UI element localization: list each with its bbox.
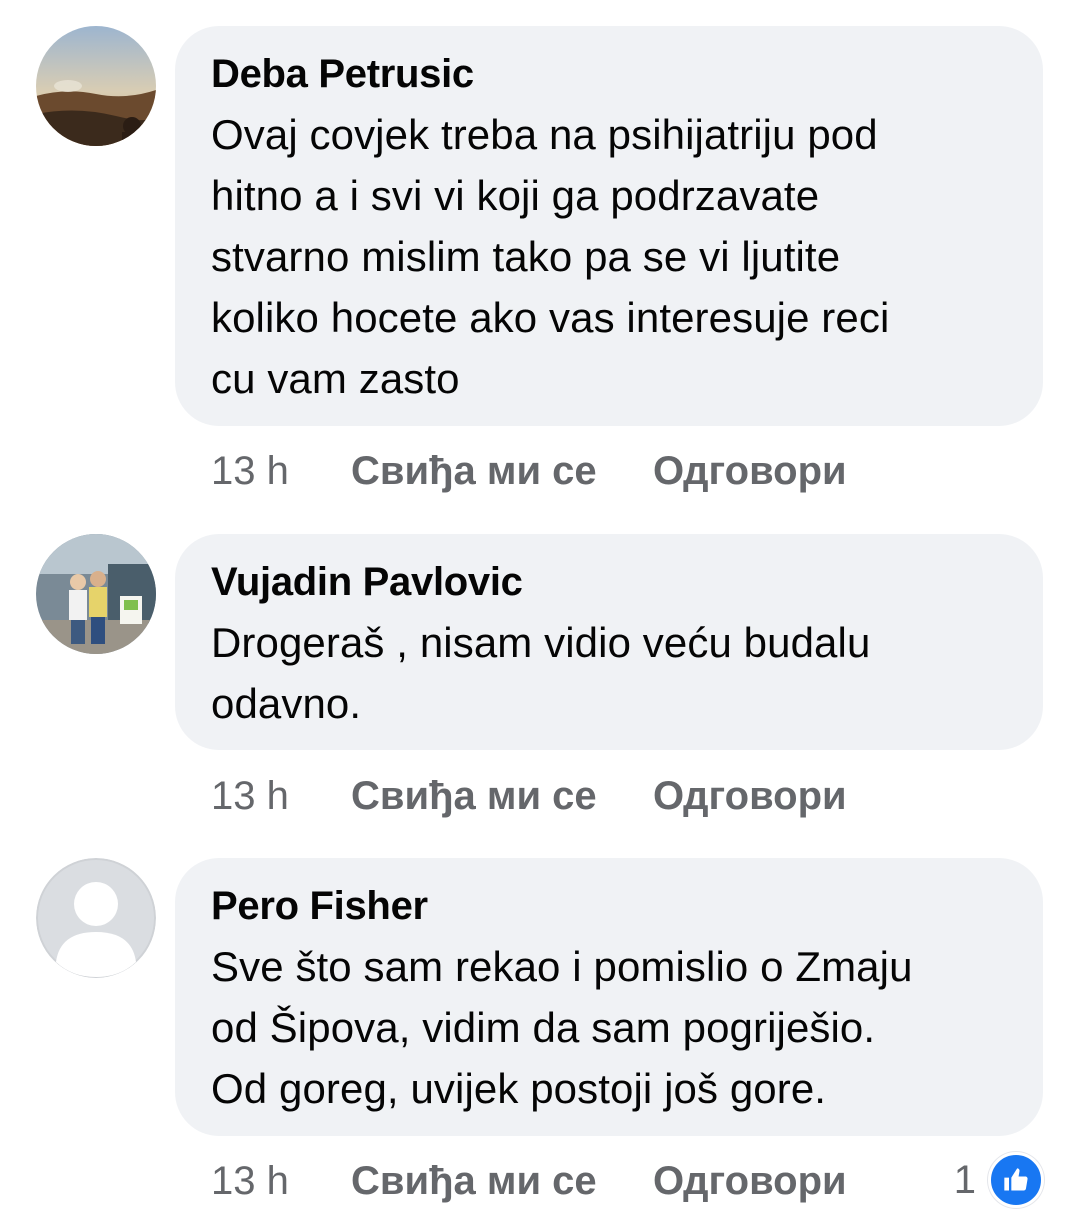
thumbs-up-icon — [988, 1152, 1044, 1208]
comment-author[interactable]: Deba Petrusic — [211, 52, 1007, 96]
comment-actions: 13 h Свиђа ми се Одговори — [211, 446, 847, 496]
comment-bubble: Vujadin Pavlovic Drogeraš , nisam vidio … — [175, 534, 1043, 750]
comment-author[interactable]: Vujadin Pavlovic — [211, 560, 1007, 604]
default-user-avatar-icon — [36, 858, 156, 978]
comment-bubble: Deba Petrusic Ovaj covjek treba na psihi… — [175, 26, 1043, 426]
comment-timestamp[interactable]: 13 h — [211, 449, 351, 494]
reply-button[interactable]: Одговори — [653, 774, 847, 819]
comment-text: Drogeraš , nisam vidio veću budalu odavn… — [211, 619, 871, 727]
reaction-summary[interactable]: 1 — [954, 1152, 1044, 1208]
comment-actions: 13 h Свиђа ми се Одговори — [211, 771, 847, 821]
reaction-count: 1 — [953, 1157, 976, 1202]
avatar[interactable] — [36, 26, 156, 146]
landscape-photo-avatar-icon — [36, 26, 156, 146]
reply-button[interactable]: Одговори — [653, 1159, 847, 1204]
like-button[interactable]: Свиђа ми се — [351, 774, 653, 819]
comment-timestamp[interactable]: 13 h — [211, 774, 351, 819]
comment-actions: 13 h Свиђа ми се Одговори — [211, 1156, 847, 1206]
reply-button[interactable]: Одговори — [653, 449, 847, 494]
comment-text: Ovaj covjek treba na psihijatriju pod hi… — [211, 111, 890, 402]
avatar[interactable] — [36, 534, 156, 654]
comment-author[interactable]: Pero Fisher — [211, 884, 1007, 928]
couple-photo-avatar-icon — [36, 534, 156, 654]
like-button[interactable]: Свиђа ми се — [351, 449, 653, 494]
like-button[interactable]: Свиђа ми се — [351, 1159, 653, 1204]
comment-timestamp[interactable]: 13 h — [211, 1159, 351, 1204]
comment-bubble: Pero Fisher Sve što sam rekao i pomislio… — [175, 858, 1043, 1136]
avatar[interactable] — [36, 858, 156, 978]
comment-text: Sve što sam rekao i pomislio o Zmaju od … — [211, 943, 913, 1112]
